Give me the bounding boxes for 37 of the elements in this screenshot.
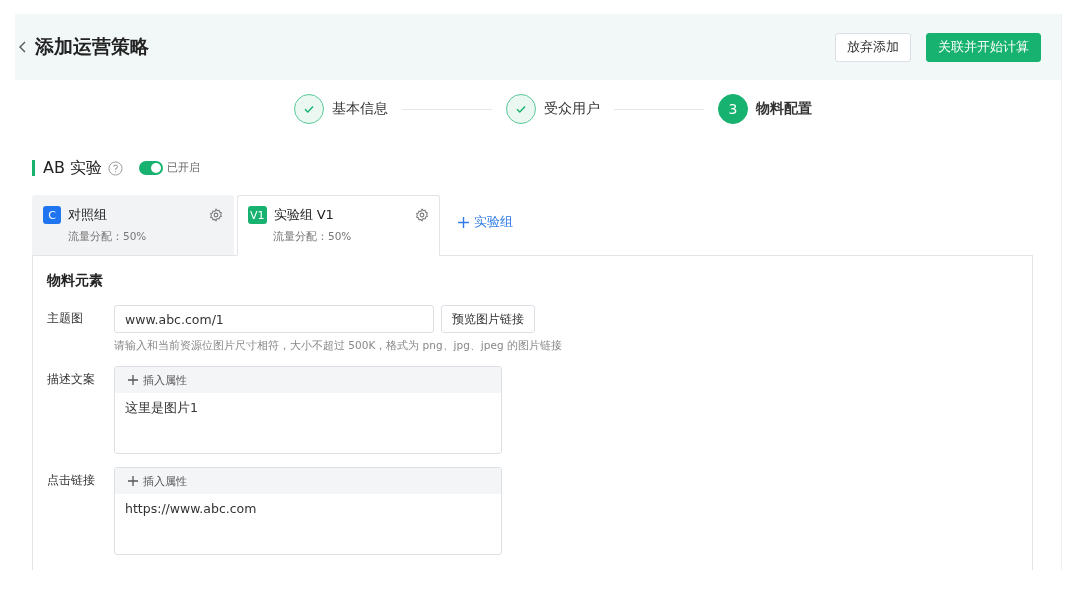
step-label: 基本信息	[332, 100, 388, 118]
step-label: 物料配置	[756, 100, 812, 118]
insert-attribute-button[interactable]: 插入属性	[115, 367, 501, 393]
traffic-text: 流量分配：50%	[68, 230, 148, 244]
help-icon[interactable]	[108, 160, 123, 176]
plus-icon	[457, 215, 470, 229]
text-editor[interactable]: 插入属性 这里是图片1	[114, 366, 502, 454]
settings-icon[interactable]	[415, 208, 429, 222]
field-label: 点击链接	[47, 472, 96, 489]
page-title: 添加运营策略	[35, 34, 150, 59]
group-name: 对照组	[68, 206, 108, 224]
group-name: 实验组 V1	[273, 206, 335, 224]
toggle-switch[interactable]	[139, 161, 163, 175]
step-indicator: 3	[718, 94, 748, 124]
input-field[interactable]: www.abc.com/1	[114, 305, 434, 333]
group-badge: C	[43, 206, 61, 224]
field-label: 描述文案	[47, 371, 96, 388]
preview-button[interactable]: 预览图片链接	[441, 305, 535, 333]
editor-text: https://www.abc.com	[124, 500, 258, 518]
panel-title: 物料元素	[47, 272, 104, 290]
toggle-label: 已开启	[167, 161, 200, 175]
cancel-button[interactable]: 放弃添加	[835, 32, 911, 62]
group-tab[interactable]: V1 实验组 V1 流量分配：50%	[237, 195, 440, 256]
group-badge: V1	[248, 206, 267, 224]
editor-text: 这里是图片1	[124, 399, 199, 417]
plus-icon	[127, 374, 139, 386]
text-editor[interactable]: 插入属性 https://www.abc.com	[114, 467, 502, 555]
traffic-text: 流量分配：50%	[273, 230, 353, 244]
hint-text: 请输入和当前资源位图片尺寸相符，大小不超过 500K，格式为 png、jpg、jpeg 的图片链接	[114, 339, 563, 353]
settings-icon[interactable]	[209, 208, 223, 222]
step-label: 受众用户	[544, 100, 600, 118]
add-group-button[interactable]: 实验组	[457, 213, 513, 231]
section-title: AB 实验	[32, 160, 102, 176]
insert-attribute-button[interactable]: 插入属性	[115, 468, 501, 494]
group-tab[interactable]: C 对照组 流量分配：50%	[32, 195, 234, 256]
field-label: 主题图	[47, 310, 84, 327]
plus-icon	[127, 475, 139, 487]
